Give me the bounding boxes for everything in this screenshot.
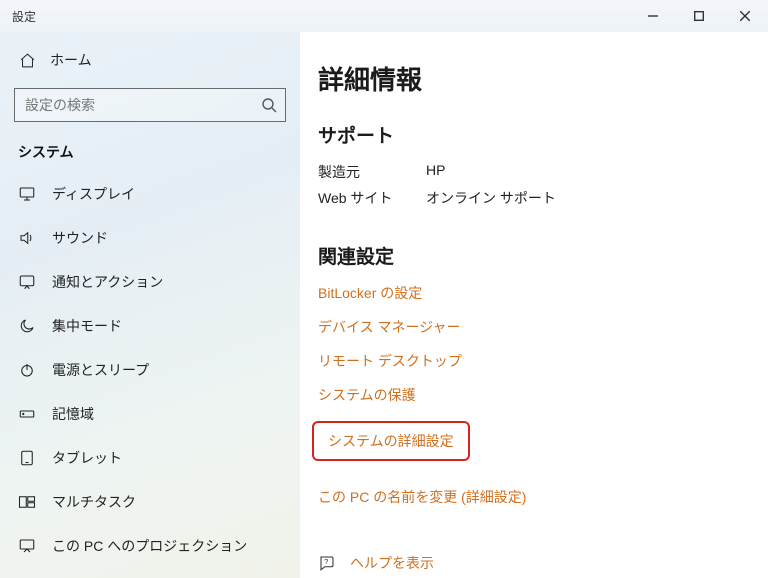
support-manufacturer-row: 製造元 HP [318, 162, 740, 182]
svg-text:?: ? [324, 557, 328, 566]
moon-icon [18, 317, 36, 335]
website-link[interactable]: オンライン サポート [426, 188, 556, 208]
sidebar-item-focus[interactable]: 集中モード [0, 304, 300, 348]
support-website-row: Web サイト オンライン サポート [318, 188, 740, 208]
help-icon: ? [318, 554, 336, 572]
link-remote-desktop[interactable]: リモート デスクトップ [318, 353, 462, 369]
tablet-icon [18, 449, 36, 467]
sidebar: ホーム システム ディスプレイ サウンド [0, 32, 300, 578]
power-icon [18, 361, 36, 379]
maximize-button[interactable] [676, 0, 722, 32]
link-bitlocker[interactable]: BitLocker の設定 [318, 285, 422, 301]
sidebar-item-sound[interactable]: サウンド [0, 216, 300, 260]
sidebar-item-multitask[interactable]: マルチタスク [0, 480, 300, 524]
website-label: Web サイト [318, 188, 426, 208]
home-label: ホーム [50, 50, 92, 70]
manufacturer-label: 製造元 [318, 162, 426, 182]
get-help-row[interactable]: ? ヘルプを表示 [318, 553, 740, 573]
window-title: 設定 [12, 8, 36, 25]
highlight-box: システムの詳細設定 [312, 421, 470, 461]
home-nav[interactable]: ホーム [0, 40, 300, 80]
notification-icon [18, 273, 36, 291]
manufacturer-value: HP [426, 162, 445, 182]
home-icon [18, 52, 36, 69]
sidebar-item-label: 集中モード [52, 316, 122, 336]
support-heading: サポート [318, 121, 740, 148]
get-help-link[interactable]: ヘルプを表示 [350, 553, 434, 573]
multitask-icon [18, 493, 36, 511]
search-icon [261, 97, 277, 113]
display-icon [18, 185, 36, 203]
link-rename-pc[interactable]: この PC の名前を変更 (詳細設定) [318, 489, 526, 505]
search-input[interactable] [14, 88, 286, 122]
sidebar-item-projection[interactable]: この PC へのプロジェクション [0, 524, 300, 568]
sidebar-item-label: 通知とアクション [52, 272, 163, 292]
sidebar-item-label: サウンド [52, 228, 108, 248]
titlebar: 設定 [0, 0, 768, 32]
sidebar-item-label: タブレット [52, 448, 122, 468]
sidebar-nav: ディスプレイ サウンド 通知とアクション 集中モード 電源とスリープ [0, 170, 300, 568]
sidebar-item-tablet[interactable]: タブレット [0, 436, 300, 480]
page-title: 詳細情報 [318, 60, 740, 97]
projection-icon [18, 537, 36, 555]
link-advanced-system-settings[interactable]: システムの詳細設定 [328, 433, 454, 449]
link-system-protection[interactable]: システムの保護 [318, 387, 416, 403]
search-field[interactable] [25, 97, 261, 113]
sound-icon [18, 229, 36, 247]
storage-icon [18, 405, 36, 423]
minimize-button[interactable] [630, 0, 676, 32]
sidebar-item-storage[interactable]: 記憶域 [0, 392, 300, 436]
sidebar-item-display[interactable]: ディスプレイ [0, 172, 300, 216]
sidebar-item-power[interactable]: 電源とスリープ [0, 348, 300, 392]
sidebar-item-label: 記憶域 [52, 404, 94, 424]
sidebar-item-notifications[interactable]: 通知とアクション [0, 260, 300, 304]
related-heading: 関連設定 [318, 242, 740, 269]
content-area: 詳細情報 サポート 製造元 HP Web サイト オンライン サポート 関連設定… [300, 32, 768, 578]
sidebar-item-label: この PC へのプロジェクション [52, 536, 247, 556]
sidebar-item-label: マルチタスク [52, 492, 136, 512]
sidebar-item-label: 電源とスリープ [52, 360, 149, 380]
sidebar-item-label: ディスプレイ [52, 184, 135, 204]
sidebar-section-label: システム [0, 132, 300, 170]
link-device-manager[interactable]: デバイス マネージャー [318, 319, 461, 335]
close-button[interactable] [722, 0, 768, 32]
